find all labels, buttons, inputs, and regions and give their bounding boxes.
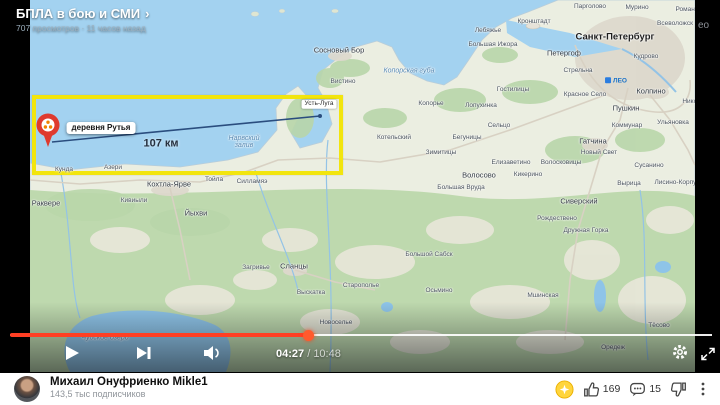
page: ПарголовоМуриноРомановкаВсеволожскСанкт-… [0, 0, 720, 405]
more-menu-icon [696, 381, 710, 397]
comments-icon [629, 381, 646, 398]
donate-button[interactable] [555, 380, 574, 399]
channel-avatar[interactable] [14, 376, 40, 402]
highlight-rectangle [32, 95, 343, 175]
like-button[interactable]: 169 [583, 381, 621, 398]
more-menu-button[interactable] [696, 381, 710, 397]
video-title-link[interactable]: БПЛА в бою и СМИ › 707 просмотров · 11 ча… [16, 6, 149, 33]
next-button[interactable] [132, 344, 156, 364]
channel-link[interactable]: Михаил Онуфриенко Mikle1 143,5 тыс подпи… [50, 376, 208, 400]
play-button[interactable] [60, 344, 84, 364]
video-meta: 707 просмотров · 11 часов назад [16, 23, 149, 33]
time-separator: / [304, 348, 313, 360]
video-surface[interactable]: ПарголовоМуриноРомановкаВсеволожскСанкт-… [30, 0, 695, 372]
current-time: 04:27 [276, 348, 304, 360]
channel-subscribers: 143,5 тыс подписчиков [50, 389, 208, 400]
letterbox-right: eo [695, 0, 720, 372]
fullscreen-icon [700, 346, 716, 362]
video-title: БПЛА в бою и СМИ [16, 6, 140, 21]
duration: 10:48 [313, 348, 341, 360]
like-icon [583, 381, 600, 398]
play-icon [63, 344, 81, 362]
settings-button[interactable] [668, 343, 692, 363]
progress-fill [10, 333, 308, 337]
next-icon [135, 344, 153, 362]
progress-bar[interactable] [10, 333, 712, 338]
volume-icon [202, 344, 222, 362]
like-count: 169 [603, 383, 621, 395]
donate-coin-icon [555, 380, 574, 399]
watermark-fragment: eo [698, 20, 709, 31]
fullscreen-button[interactable] [696, 345, 720, 365]
channel-name: Михаил Онуфриенко Mikle1 [50, 376, 208, 389]
comment-count: 15 [649, 383, 661, 395]
chevron-right-icon: › [145, 6, 149, 21]
engagement-actions: 169 15 [555, 376, 710, 402]
time-display: 04:27 / 10:48 [276, 348, 341, 360]
volume-button[interactable] [200, 344, 224, 364]
comments-button[interactable]: 15 [629, 381, 661, 398]
settings-gear-icon [671, 343, 689, 361]
dislike-icon [670, 381, 687, 398]
video-player: ПарголовоМуриноРомановкаВсеволожскСанкт-… [0, 0, 720, 373]
dislike-button[interactable] [670, 381, 687, 398]
channel-bar: Михаил Онуфриенко Mikle1 143,5 тыс подпи… [0, 373, 720, 405]
